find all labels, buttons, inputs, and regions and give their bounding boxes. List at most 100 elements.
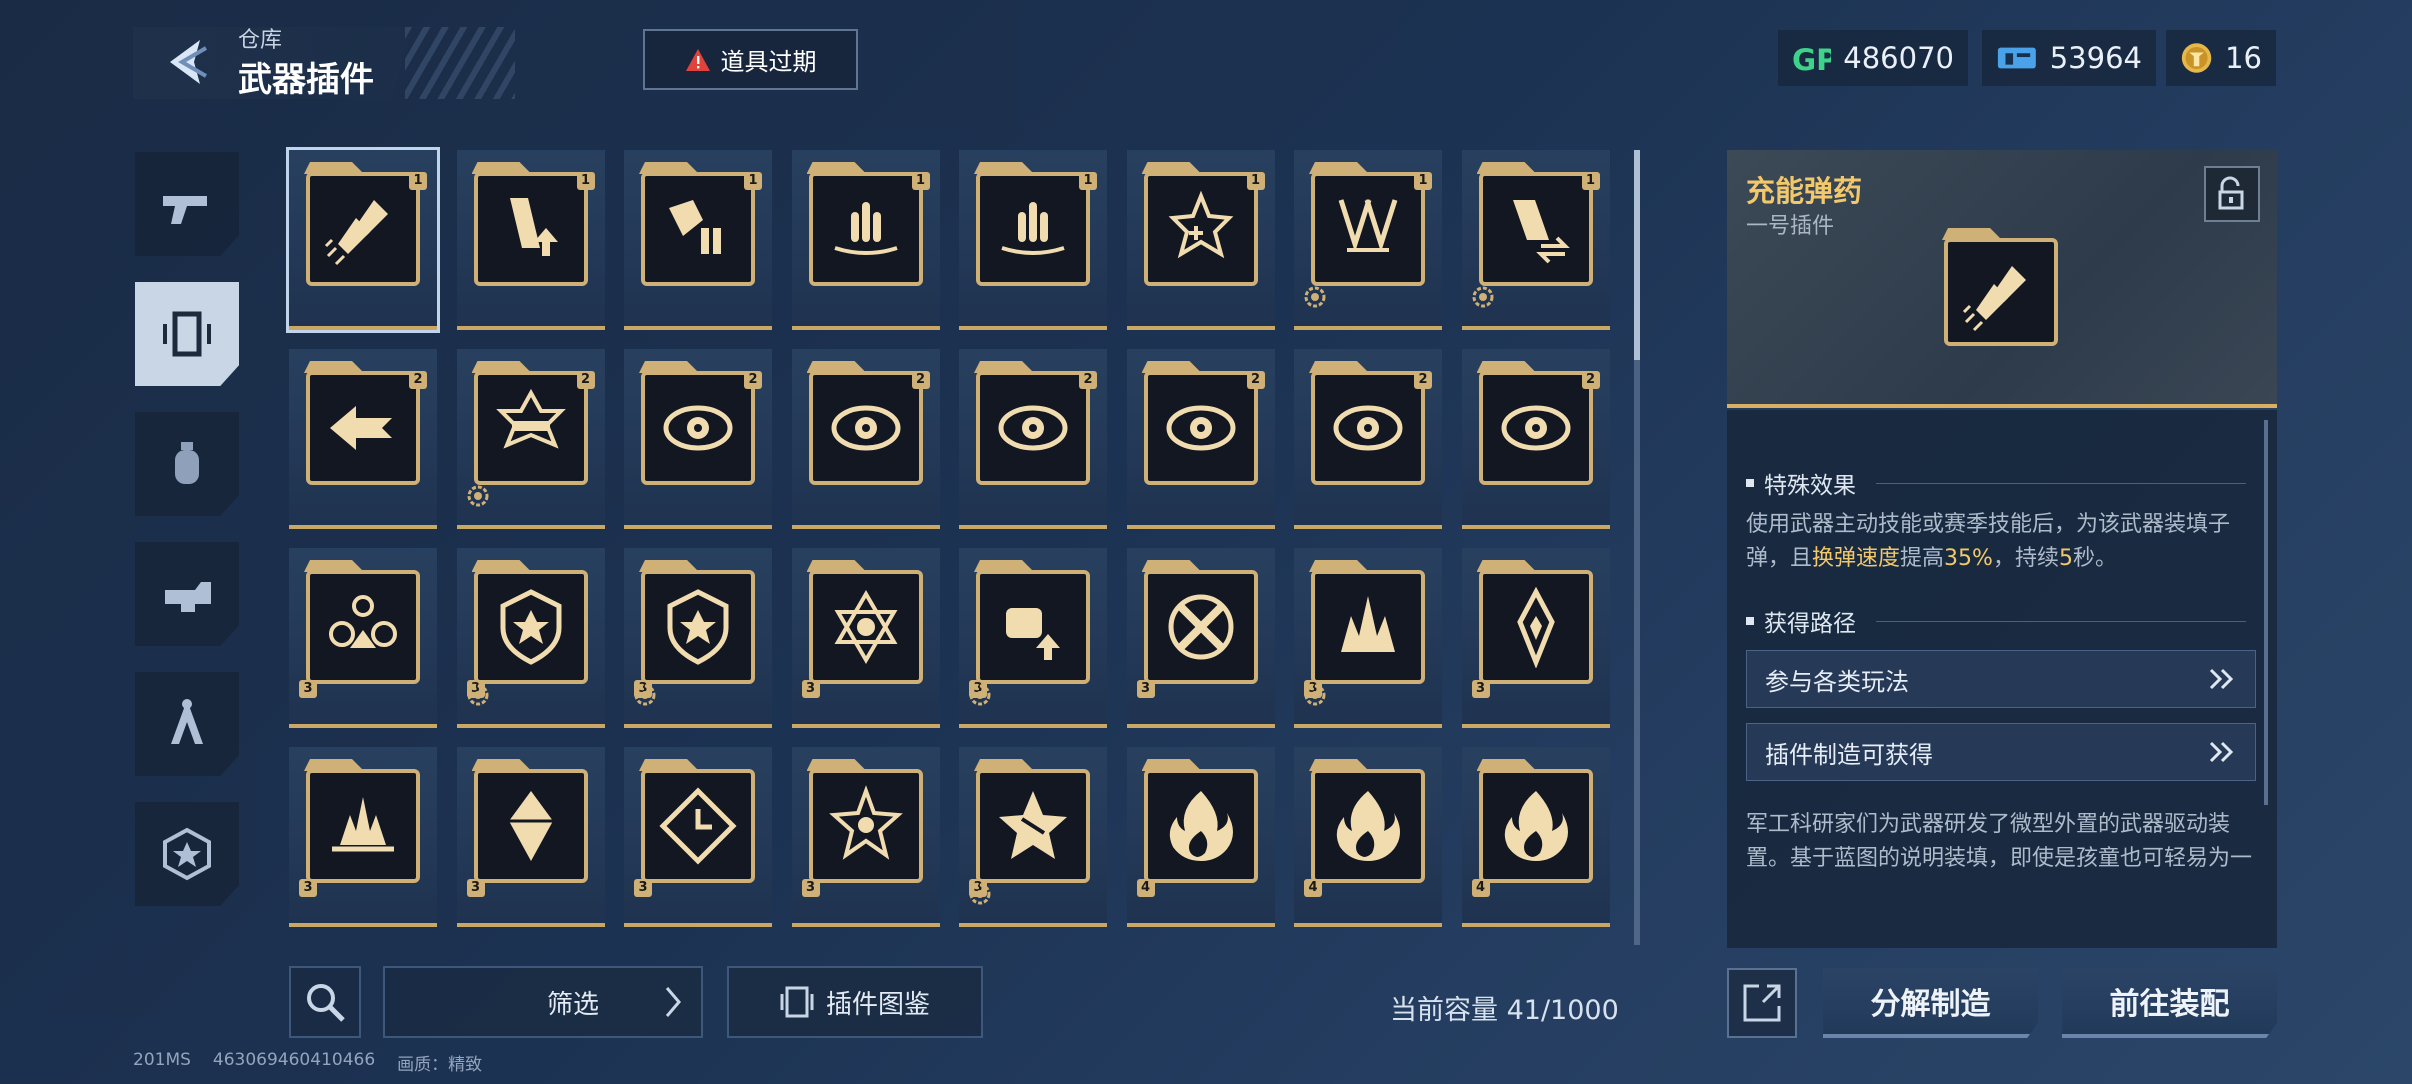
back-arrow-icon[interactable] — [160, 34, 216, 90]
svg-text:GP: GP — [1792, 43, 1831, 76]
plugin-card — [1311, 769, 1425, 883]
side-tab-plugin[interactable] — [135, 282, 239, 386]
tier-badge: 3 — [801, 879, 820, 897]
plugin-slot[interactable]: 2 — [1461, 349, 1610, 529]
plugin-slot[interactable]: 4 — [1294, 747, 1442, 927]
plugin-slot[interactable]: 4 — [1461, 747, 1610, 927]
source-row-gameplay[interactable]: 参与各类玩法 — [1746, 650, 2256, 708]
lock-button[interactable] — [2204, 166, 2260, 222]
share-button[interactable] — [1727, 968, 1797, 1038]
source-heading: 获得路径 — [1746, 604, 2246, 638]
plugin-card — [1143, 769, 1258, 883]
effect-highlight-stat: 换弹速度 — [1812, 546, 1901, 571]
plugin-slot[interactable]: 1 — [959, 150, 1107, 330]
side-tab-gun[interactable] — [135, 152, 239, 256]
plugin-slot[interactable]: 1 — [624, 150, 772, 330]
ping-text: 201MS — [133, 1050, 191, 1070]
plugin-slot[interactable]: 1 — [286, 147, 440, 333]
share-icon — [1743, 984, 1781, 1022]
plugin-card — [976, 570, 1090, 684]
plugin-slot[interactable]: 2 — [791, 349, 940, 529]
currency-ticket[interactable]: 53964 — [1982, 30, 2156, 86]
plugin-slot[interactable]: 1 — [1126, 150, 1275, 330]
decompose-button[interactable]: 分解制造 — [1823, 968, 2038, 1038]
plugin-slot[interactable]: 3 — [791, 548, 940, 728]
plugin-description: 军工科研家们为武器研发了微型外置的武器驱动装置。基于蓝图的说明装填，即使是孩童也… — [1746, 812, 2253, 871]
plugin-card — [641, 371, 755, 485]
plugin-slot[interactable]: 3 — [791, 747, 940, 927]
header-decoration — [405, 27, 515, 99]
catalog-icon — [780, 986, 814, 1018]
plugin-card — [306, 172, 420, 286]
plugin-slot[interactable]: 3 — [456, 548, 605, 728]
double-chevron-icon — [2209, 741, 2234, 763]
unlock-icon — [2218, 176, 2244, 210]
plugin-slot[interactable]: 2 — [289, 349, 437, 529]
plugin-card — [808, 371, 923, 485]
circles-icon — [329, 595, 397, 648]
spike-icon — [1516, 586, 1555, 668]
expired-items-button[interactable]: 道具过期 — [643, 29, 858, 90]
plugin-slot[interactable]: 3 — [289, 747, 437, 927]
plugin-slot[interactable]: 3 — [456, 747, 605, 927]
coin-icon — [2181, 43, 2212, 73]
source-heading-text: 获得路径 — [1764, 611, 1856, 637]
arrow-burst-icon — [330, 406, 392, 450]
effect-highlight-duration: 5 — [2058, 546, 2073, 571]
plugin-slot[interactable]: 2 — [456, 349, 605, 529]
filter-button[interactable]: 筛选 — [383, 966, 703, 1038]
currency-coin[interactable]: 16 — [2166, 30, 2276, 86]
source-row-crafting[interactable]: 插件制造可获得 — [1746, 723, 2256, 781]
plugin-slot[interactable]: 1 — [1461, 150, 1610, 330]
eye-icon — [1333, 405, 1403, 451]
plugin-slot[interactable]: 2 — [1294, 349, 1442, 529]
plugin-slot[interactable]: 3 — [624, 548, 772, 728]
tier-badge: 1 — [1246, 172, 1265, 190]
status-footer: 201MS 463069460410466 画质：精致 — [133, 1050, 482, 1075]
plugin-slot[interactable]: 3 — [1461, 548, 1610, 728]
crystal-icon — [508, 791, 553, 861]
plugin-slot[interactable]: 3 — [959, 747, 1107, 927]
grid-scrollbar-thumb[interactable] — [1634, 150, 1640, 360]
plugin-slot[interactable]: 1 — [791, 150, 940, 330]
star-emblem-icon — [163, 827, 211, 881]
bullets-icon — [1962, 266, 2026, 332]
compass-icon — [171, 699, 203, 744]
plugin-slot[interactable]: 3 — [1126, 548, 1275, 728]
eye-icon — [831, 405, 900, 451]
equip-button[interactable]: 前往装配 — [2062, 968, 2277, 1038]
plugin-slot[interactable]: 3 — [959, 548, 1107, 728]
rounds-plus-icon — [1168, 190, 1233, 259]
plugin-card — [1143, 172, 1258, 286]
plugin-card — [976, 769, 1090, 883]
armor-rounds-icon — [669, 200, 721, 254]
search-button[interactable] — [289, 966, 361, 1038]
plugin-card — [641, 172, 755, 286]
plugin-slot[interactable]: 1 — [1294, 150, 1442, 330]
detail-scrollbar[interactable] — [2264, 420, 2268, 805]
plugin-slot[interactable]: 3 — [1294, 548, 1442, 728]
search-icon — [307, 984, 345, 1022]
plugin-slot[interactable]: 2 — [1126, 349, 1275, 529]
side-tab-grenade[interactable] — [135, 412, 239, 516]
side-tab-compass[interactable] — [135, 672, 239, 776]
plugin-card — [808, 172, 923, 286]
plugin-card — [1311, 172, 1425, 286]
gun-burst-icon — [495, 388, 566, 449]
plugin-catalog-button[interactable]: 插件图鉴 — [727, 966, 983, 1038]
plugin-card — [1143, 570, 1258, 684]
plugin-slot[interactable]: 2 — [959, 349, 1107, 529]
side-tab-attachment[interactable] — [135, 542, 239, 646]
plugin-slot[interactable]: 3 — [624, 747, 772, 927]
plugin-slot[interactable]: 1 — [456, 150, 605, 330]
plugin-slot[interactable]: 3 — [289, 548, 437, 728]
plugin-card — [1311, 570, 1425, 684]
currency-gp[interactable]: GP 486070 — [1778, 30, 1968, 86]
tier-badge: 1 — [911, 172, 930, 190]
magazine-swap-icon — [1512, 200, 1570, 264]
tier-badge: 3 — [1471, 680, 1490, 698]
plugin-slot[interactable]: 2 — [624, 349, 772, 529]
side-tab-star-emblem[interactable] — [135, 802, 239, 906]
triple-rounds-icon — [1001, 202, 1065, 255]
plugin-slot[interactable]: 4 — [1126, 747, 1275, 927]
